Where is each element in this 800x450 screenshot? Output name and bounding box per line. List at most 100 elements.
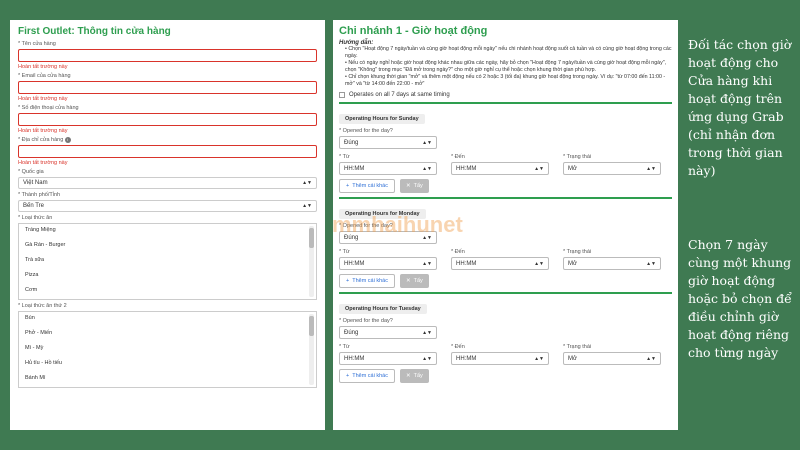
to-time-select[interactable]: HH:MM ▲▼ <box>451 162 549 175</box>
action-buttons: + Thêm cái khác ✕ Tẩy <box>339 274 672 288</box>
list-item[interactable]: Phở - Miến <box>19 327 316 342</box>
add-slot-button[interactable]: + Thêm cái khác <box>339 179 395 193</box>
updown-icon: ▲▼ <box>534 355 544 362</box>
from-time-select[interactable]: HH:MM ▲▼ <box>339 257 437 270</box>
updown-icon: ▲▼ <box>422 234 432 241</box>
scrollbar[interactable] <box>309 226 314 297</box>
guide-item-text: Nếu có ngày nghỉ hoặc giờ hoạt động khác… <box>345 60 667 73</box>
same-timing-label: Operates on all 7 days at same timing <box>349 92 450 98</box>
from-label: * Từ <box>339 249 350 255</box>
status-col: * Trạng thái Mở ▲▼ <box>563 151 661 175</box>
store-address-error: Hoàn tất trường này <box>18 160 68 166</box>
to-time-select[interactable]: HH:MM ▲▼ <box>451 257 549 270</box>
time-row: * Từ HH:MM ▲▼ * Đến HH:MM ▲▼ * Trạng thái Mở ▲… <box>339 341 672 365</box>
updown-icon: ▲▼ <box>646 165 656 172</box>
country-select[interactable]: Việt Nam ▲▼ <box>18 177 317 189</box>
list-item[interactable]: Gà Rán - Burger <box>19 239 316 254</box>
to-time-select[interactable]: HH:MM ▲▼ <box>451 352 549 365</box>
store-phone-error: Hoàn tất trường này <box>18 128 68 134</box>
opened-select[interactable]: Đúng ▲▼ <box>339 326 437 339</box>
from-time-value: HH:MM <box>344 260 365 267</box>
guide-item-text: Chọn "Hoạt động 7 ngày/tuần và cùng giờ … <box>345 46 672 59</box>
scrollbar-thumb[interactable] <box>309 228 314 248</box>
from-time-select[interactable]: HH:MM ▲▼ <box>339 162 437 175</box>
close-icon: ✕ <box>405 183 411 189</box>
store-email-error: Hoàn tất trường này <box>18 96 68 102</box>
delete-slot-label: Tẩy <box>413 183 423 189</box>
delete-slot-button[interactable]: ✕ Tẩy <box>399 274 429 288</box>
from-label: * Từ <box>339 154 350 160</box>
opened-select[interactable]: Đúng ▲▼ <box>339 136 437 149</box>
scrollbar-thumb[interactable] <box>309 316 314 336</box>
list-item[interactable]: Hủ tíu - Hồ tiếu <box>19 357 316 372</box>
status-label: * Trạng thái <box>563 344 592 350</box>
list-item[interactable]: Cơm <box>19 284 316 299</box>
store-phone-group: * Số điện thoại cửa hàng Hoàn tất trường… <box>18 105 317 134</box>
to-col: * Đến HH:MM ▲▼ <box>451 246 549 270</box>
updown-icon: ▲▼ <box>302 203 312 209</box>
day-section-tuesday: Operating Hours for Tuesday * Opened for… <box>339 292 672 383</box>
food-type-label: * Loại thức ăn <box>18 215 53 221</box>
opened-value: Đúng <box>344 329 359 336</box>
status-label: * Trạng thái <box>563 154 592 160</box>
list-item[interactable]: Tráng Miệng <box>19 224 316 239</box>
food-type2-label: * Loại thức ăn thứ 2 <box>18 303 67 309</box>
list-item[interactable]: Bánh Mì <box>19 372 316 387</box>
from-label: * Từ <box>339 344 350 350</box>
delete-slot-label: Tẩy <box>413 278 423 284</box>
status-value: Mở <box>568 355 577 362</box>
status-col: * Trạng thái Mở ▲▼ <box>563 341 661 365</box>
action-buttons: + Thêm cái khác ✕ Tẩy <box>339 179 672 193</box>
food-type2-listbox[interactable]: Bún Phở - Miến Mì - Mỳ Hủ tíu - Hồ tiếu … <box>18 311 317 388</box>
store-address-input[interactable] <box>18 145 317 158</box>
updown-icon: ▲▼ <box>302 180 312 186</box>
store-phone-input[interactable] <box>18 113 317 126</box>
status-label: * Trạng thái <box>563 249 592 255</box>
city-label: * Thành phố/Tỉnh <box>18 192 61 198</box>
store-address-label: * Địa chỉ cửa hàng i <box>18 137 317 143</box>
day-section-sunday: Operating Hours for Sunday * Opened for … <box>339 102 672 193</box>
list-item[interactable]: Pizza <box>19 269 316 284</box>
same-timing-checkbox[interactable]: Operates on all 7 days at same timing <box>339 92 672 98</box>
add-slot-button[interactable]: + Thêm cái khác <box>339 274 395 288</box>
store-name-input[interactable] <box>18 49 317 62</box>
from-col: * Từ HH:MM ▲▼ <box>339 246 437 270</box>
add-slot-label: Thêm cái khác <box>352 183 388 189</box>
to-col: * Đến HH:MM ▲▼ <box>451 341 549 365</box>
day-header: Operating Hours for Tuesday <box>339 304 427 314</box>
delete-slot-button[interactable]: ✕ Tẩy <box>399 369 429 383</box>
list-item[interactable]: Mì - Mỳ <box>19 342 316 357</box>
to-time-value: HH:MM <box>456 355 477 362</box>
from-time-select[interactable]: HH:MM ▲▼ <box>339 352 437 365</box>
list-item[interactable]: Bún <box>19 312 316 327</box>
status-select[interactable]: Mở ▲▼ <box>563 162 661 175</box>
updown-icon: ▲▼ <box>646 355 656 362</box>
delete-slot-button[interactable]: ✕ Tẩy <box>399 179 429 193</box>
food-type-listbox[interactable]: Tráng Miệng Gà Rán - Burger Trà sữa Pizz… <box>18 223 317 300</box>
status-select[interactable]: Mở ▲▼ <box>563 352 661 365</box>
guide-item: • Nếu có ngày nghỉ hoặc giờ hoạt động kh… <box>345 60 667 73</box>
time-row: * Từ HH:MM ▲▼ * Đến HH:MM ▲▼ * Trạng thái Mở ▲… <box>339 151 672 175</box>
delete-slot-label: Tẩy <box>413 373 423 379</box>
store-email-label: * Email của cửa hàng <box>18 73 71 79</box>
checkbox-box[interactable] <box>339 92 345 98</box>
updown-icon: ▲▼ <box>422 139 432 146</box>
opened-select[interactable]: Đúng ▲▼ <box>339 231 437 244</box>
add-slot-button[interactable]: + Thêm cái khác <box>339 369 395 383</box>
status-select[interactable]: Mở ▲▼ <box>563 257 661 270</box>
store-name-label: * Tên cửa hàng <box>18 41 56 47</box>
updown-icon: ▲▼ <box>422 165 432 172</box>
operating-hours-title: Chi nhánh 1 - Giờ hoạt động <box>339 25 488 37</box>
info-icon[interactable]: i <box>64 137 71 143</box>
to-time-value: HH:MM <box>456 165 477 172</box>
country-label: * Quốc gia <box>18 169 44 175</box>
store-address-group: * Địa chỉ cửa hàng i Hoàn tất trường này <box>18 137 317 166</box>
store-email-input[interactable] <box>18 81 317 94</box>
scrollbar[interactable] <box>309 314 314 385</box>
list-item[interactable]: Trà sữa <box>19 254 316 269</box>
day-header: Operating Hours for Sunday <box>339 114 425 124</box>
time-row: * Từ HH:MM ▲▼ * Đến HH:MM ▲▼ * Trạng thái Mở ▲… <box>339 246 672 270</box>
city-select[interactable]: Bến Tre ▲▼ <box>18 200 317 212</box>
caption-paragraph-1: Đối tác chọn giờ hoạt động cho Cửa hàng … <box>688 37 792 178</box>
plus-icon: + <box>346 373 350 379</box>
